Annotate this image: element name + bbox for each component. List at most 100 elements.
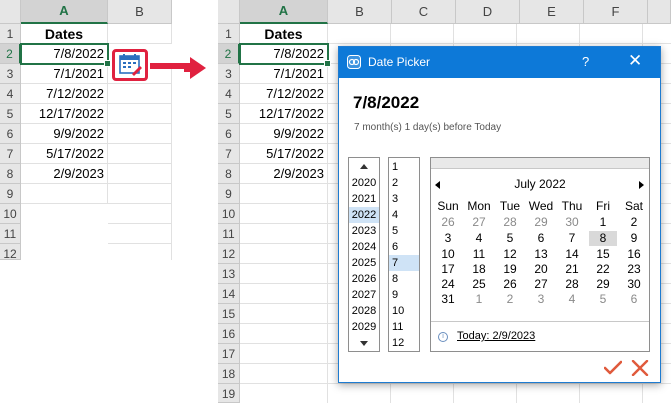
row-header[interactable]: 12 bbox=[0, 244, 21, 261]
today-link[interactable]: Today: 2/9/2023 bbox=[457, 330, 535, 342]
calendar-day[interactable]: 6 bbox=[527, 231, 555, 246]
calendar-day[interactable]: 14 bbox=[558, 247, 586, 262]
calendar-day[interactable]: 6 bbox=[620, 292, 648, 307]
column-header-a[interactable]: A bbox=[21, 0, 108, 24]
calendar-day[interactable]: 9 bbox=[620, 231, 648, 246]
year-item[interactable]: 2021 bbox=[349, 191, 379, 207]
column-header-f[interactable]: F bbox=[584, 0, 648, 24]
row-header[interactable]: 9 bbox=[218, 184, 240, 204]
row-header[interactable]: 3 bbox=[0, 64, 21, 84]
calendar-day[interactable]: 15 bbox=[589, 247, 617, 262]
column-header-a[interactable]: A bbox=[240, 0, 328, 24]
cell-b1[interactable] bbox=[108, 24, 172, 44]
calendar-day-selected[interactable]: 8 bbox=[589, 231, 617, 246]
calendar-day[interactable]: 19 bbox=[496, 262, 524, 277]
row-header[interactable]: 8 bbox=[218, 164, 240, 184]
calendar-day[interactable]: 13 bbox=[527, 247, 555, 262]
year-item[interactable]: 2026 bbox=[349, 271, 379, 287]
cell-b-column[interactable] bbox=[108, 64, 172, 260]
calendar-day[interactable]: 3 bbox=[527, 292, 555, 307]
date-cell[interactable]: 12/17/2022 bbox=[240, 104, 328, 124]
date-cell[interactable]: 7/8/2022 bbox=[240, 44, 328, 64]
month-item[interactable]: 10 bbox=[389, 303, 419, 319]
next-month-icon[interactable] bbox=[639, 181, 644, 189]
column-header-d[interactable]: D bbox=[456, 0, 520, 24]
calendar-day[interactable]: 28 bbox=[558, 277, 586, 292]
date-cell[interactable]: 7/12/2022 bbox=[240, 84, 328, 104]
row-header[interactable]: 9 bbox=[0, 184, 21, 204]
row-header[interactable]: 11 bbox=[0, 224, 21, 244]
month-item[interactable]: 4 bbox=[389, 207, 419, 223]
calendar-day[interactable]: 12 bbox=[496, 247, 524, 262]
cell-a-column-rest[interactable] bbox=[240, 184, 328, 403]
year-item[interactable]: 2023 bbox=[349, 223, 379, 239]
year-item-selected[interactable]: 2022 bbox=[349, 207, 379, 223]
select-all-corner[interactable] bbox=[0, 0, 21, 24]
date-cell[interactable]: 5/17/2022 bbox=[21, 144, 108, 164]
year-item[interactable]: 2029 bbox=[349, 319, 379, 335]
calendar-day[interactable]: 23 bbox=[620, 262, 648, 277]
row-header[interactable]: 19 bbox=[218, 384, 240, 403]
ok-checkmark-icon[interactable] bbox=[604, 360, 622, 376]
row-header[interactable]: 18 bbox=[218, 364, 240, 384]
row-header[interactable]: 5 bbox=[218, 104, 240, 124]
year-list[interactable]: 2020 2021 2022 2023 2024 2025 2026 2027 … bbox=[348, 157, 380, 352]
date-cell[interactable]: 2/9/2023 bbox=[240, 164, 328, 184]
calendar-day[interactable]: 25 bbox=[465, 277, 493, 292]
calendar-day[interactable]: 30 bbox=[620, 277, 648, 292]
calendar-day[interactable]: 27 bbox=[527, 277, 555, 292]
calendar-day[interactable]: 5 bbox=[589, 292, 617, 307]
calendar-day[interactable]: 26 bbox=[434, 215, 462, 230]
calendar-day[interactable]: 11 bbox=[465, 247, 493, 262]
date-cell[interactable]: 7/8/2022 bbox=[21, 44, 108, 64]
row-header[interactable]: 6 bbox=[0, 124, 21, 144]
calendar-day[interactable]: 17 bbox=[434, 262, 462, 277]
cell-empty[interactable] bbox=[21, 184, 108, 204]
row-header[interactable]: 13 bbox=[218, 264, 240, 284]
date-cell[interactable]: 12/17/2022 bbox=[21, 104, 108, 124]
row-header[interactable]: 4 bbox=[218, 84, 240, 104]
calendar-day[interactable]: 3 bbox=[434, 231, 462, 246]
scroll-down-icon[interactable] bbox=[360, 341, 368, 346]
calendar-day[interactable]: 26 bbox=[496, 277, 524, 292]
calendar-icon[interactable] bbox=[112, 49, 148, 81]
calendar-month-title[interactable]: July 2022 bbox=[431, 177, 649, 191]
row-header[interactable]: 7 bbox=[0, 144, 21, 164]
row-header[interactable]: 2 bbox=[0, 44, 21, 64]
calendar-day[interactable]: 27 bbox=[465, 215, 493, 230]
date-cell[interactable]: 2/9/2023 bbox=[21, 164, 108, 184]
calendar-day[interactable]: 5 bbox=[496, 231, 524, 246]
row-header[interactable]: 17 bbox=[218, 344, 240, 364]
year-item[interactable]: 2020 bbox=[349, 175, 379, 191]
calendar-day[interactable]: 31 bbox=[434, 292, 462, 307]
month-item[interactable]: 6 bbox=[389, 239, 419, 255]
calendar-day[interactable]: 2 bbox=[620, 215, 648, 230]
cell-a1[interactable]: Dates bbox=[240, 24, 328, 44]
row-header[interactable]: 16 bbox=[218, 324, 240, 344]
select-all-corner[interactable] bbox=[218, 0, 240, 24]
column-header-b[interactable]: B bbox=[108, 0, 172, 24]
calendar-day[interactable]: 29 bbox=[527, 215, 555, 230]
row-header[interactable]: 1 bbox=[218, 24, 240, 44]
calendar-day[interactable]: 30 bbox=[558, 215, 586, 230]
row-header[interactable]: 6 bbox=[218, 124, 240, 144]
row-header[interactable]: 10 bbox=[218, 204, 240, 224]
month-item[interactable]: 8 bbox=[389, 271, 419, 287]
date-cell[interactable]: 9/9/2022 bbox=[21, 124, 108, 144]
date-cell[interactable]: 7/1/2021 bbox=[240, 64, 328, 84]
calendar-day[interactable]: 18 bbox=[465, 262, 493, 277]
date-cell[interactable]: 7/12/2022 bbox=[21, 84, 108, 104]
year-item[interactable]: 2025 bbox=[349, 255, 379, 271]
calendar-day[interactable]: 1 bbox=[589, 215, 617, 230]
month-item[interactable]: 3 bbox=[389, 191, 419, 207]
scroll-up-icon[interactable] bbox=[360, 164, 368, 169]
date-cell[interactable]: 9/9/2022 bbox=[240, 124, 328, 144]
calendar-day[interactable]: 10 bbox=[434, 247, 462, 262]
row-header[interactable]: 10 bbox=[0, 204, 21, 224]
row-header[interactable]: 8 bbox=[0, 164, 21, 184]
help-button[interactable]: ? bbox=[582, 54, 589, 69]
calendar-day[interactable]: 21 bbox=[558, 262, 586, 277]
cancel-x-icon[interactable] bbox=[631, 360, 649, 376]
column-header-c[interactable]: C bbox=[392, 0, 456, 24]
row-header[interactable]: 4 bbox=[0, 84, 21, 104]
